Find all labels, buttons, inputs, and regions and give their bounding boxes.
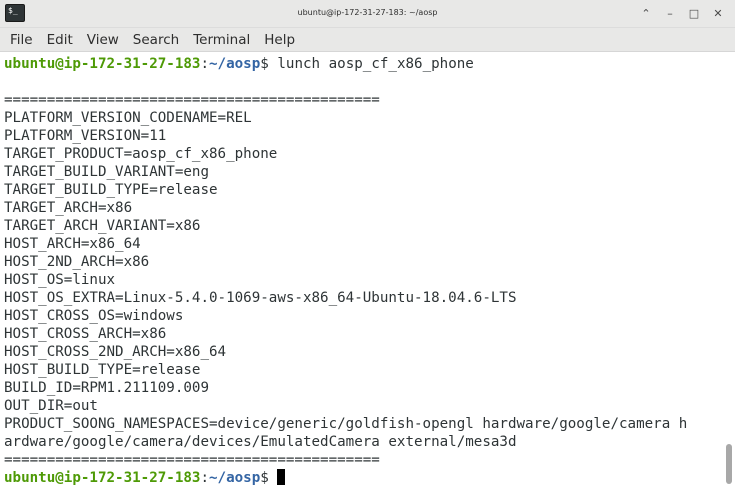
output-line: HOST_2ND_ARCH=x86: [4, 254, 150, 270]
prompt-symbol: $: [260, 470, 278, 486]
menu-bar: File Edit View Search Terminal Help: [0, 28, 735, 52]
output-line: ardware/google/camera/devices/EmulatedCa…: [4, 434, 517, 450]
output-line: HOST_OS=linux: [4, 272, 116, 288]
prompt-separator: :: [200, 470, 210, 486]
scrollbar-thumb[interactable]: [726, 444, 732, 484]
prompt-path: ~/aosp: [209, 56, 261, 72]
output-line: BUILD_ID=RPM1.211109.009: [4, 380, 209, 396]
vertical-scrollbar[interactable]: [723, 53, 735, 488]
menu-file[interactable]: File: [3, 28, 40, 52]
menu-help[interactable]: Help: [257, 28, 302, 52]
output-line: TARGET_PRODUCT=aosp_cf_x86_phone: [4, 146, 278, 162]
output-line: TARGET_BUILD_TYPE=release: [4, 182, 218, 198]
minimize-icon[interactable]: –: [661, 5, 679, 23]
output-line: HOST_ARCH=x86_64: [4, 236, 141, 252]
output-line: PLATFORM_VERSION_CODENAME=REL: [4, 110, 252, 126]
terminal-output-area[interactable]: ubuntu@ip-172-31-27-183:~/aosp$ lunch ao…: [0, 53, 723, 488]
command-line: ubuntu@ip-172-31-27-183:~/aosp$ lunch ao…: [4, 55, 474, 73]
output-line: TARGET_ARCH_VARIANT=x86: [4, 218, 201, 234]
window-title: ubuntu@ip-172-31-27-183: ~/aosp: [297, 8, 438, 17]
output-line: ========================================…: [4, 452, 380, 468]
prompt-user: ubuntu@ip-172-31-27-183: [4, 470, 201, 486]
text-cursor: [277, 469, 286, 485]
output-line: TARGET_BUILD_VARIANT=eng: [4, 164, 209, 180]
maximize-icon[interactable]: □: [685, 5, 703, 23]
output-line: PRODUCT_SOONG_NAMESPACES=device/generic/…: [4, 416, 688, 432]
menu-terminal[interactable]: Terminal: [186, 28, 257, 52]
current-prompt-line[interactable]: ubuntu@ip-172-31-27-183:~/aosp$: [4, 469, 286, 487]
menu-edit[interactable]: Edit: [40, 28, 80, 52]
prompt-path: ~/aosp: [209, 470, 261, 486]
terminal-window: $_ ubuntu@ip-172-31-27-183: ~/aosp ⌃ – □…: [0, 0, 735, 488]
output-line: HOST_BUILD_TYPE=release: [4, 362, 201, 378]
output-line: OUT_DIR=out: [4, 398, 98, 414]
output-line: PLATFORM_VERSION=11: [4, 128, 167, 144]
close-icon[interactable]: ✕: [709, 5, 727, 23]
command-text: lunch aosp_cf_x86_phone: [277, 56, 474, 72]
output-line: HOST_OS_EXTRA=Linux-5.4.0-1069-aws-x86_6…: [4, 290, 517, 306]
output-line: ========================================…: [4, 92, 380, 108]
window-controls: ⌃ – □ ✕: [637, 5, 727, 23]
title-bar[interactable]: $_ ubuntu@ip-172-31-27-183: ~/aosp ⌃ – □…: [0, 0, 735, 28]
output-line: HOST_CROSS_OS=windows: [4, 308, 184, 324]
chevron-up-icon[interactable]: ⌃: [637, 5, 655, 23]
prompt-separator: :: [200, 56, 210, 72]
prompt-user: ubuntu@ip-172-31-27-183: [4, 56, 201, 72]
output-line: HOST_CROSS_ARCH=x86: [4, 326, 167, 342]
output-line: TARGET_ARCH=x86: [4, 200, 133, 216]
output-line: HOST_CROSS_2ND_ARCH=x86_64: [4, 344, 227, 360]
menu-search[interactable]: Search: [126, 28, 186, 52]
menu-view[interactable]: View: [80, 28, 126, 52]
prompt-symbol: $: [260, 56, 278, 72]
